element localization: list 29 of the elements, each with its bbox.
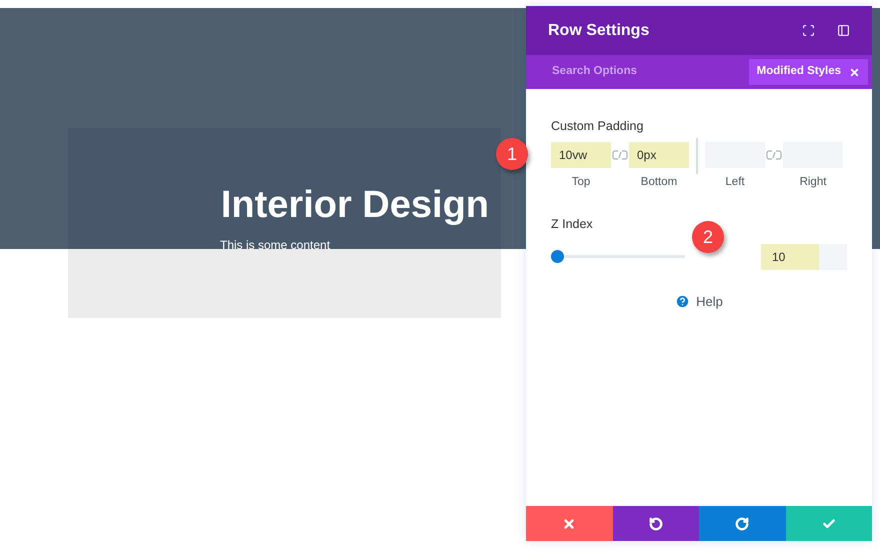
redo-button[interactable] bbox=[699, 506, 786, 541]
page-text: This is some content bbox=[220, 239, 330, 251]
field-label: Top bbox=[572, 174, 590, 190]
field-label: Bottom bbox=[640, 174, 678, 190]
section-label: Z Index bbox=[551, 216, 594, 233]
padding-input[interactable] bbox=[783, 142, 843, 168]
sidebar-icon[interactable] bbox=[837, 24, 850, 37]
help-link[interactable]: Help bbox=[696, 292, 723, 312]
undo-icon bbox=[648, 516, 663, 530]
field-label: Left bbox=[725, 174, 745, 190]
undo-button[interactable] bbox=[612, 506, 699, 541]
z-index-input[interactable]: 10 bbox=[761, 244, 847, 270]
page-heading: Interior Design bbox=[220, 186, 489, 224]
close-icon[interactable] bbox=[849, 66, 860, 78]
panel-title: Row Settings bbox=[548, 20, 650, 40]
checkmark-button[interactable] bbox=[786, 506, 872, 541]
padding-input[interactable]: 0px bbox=[629, 142, 689, 168]
redo-icon bbox=[735, 516, 750, 530]
slider-thumb[interactable] bbox=[551, 250, 564, 264]
checkmark-icon bbox=[822, 516, 836, 530]
fullscreen-icon[interactable] bbox=[802, 24, 815, 37]
field-label: Right bbox=[800, 174, 826, 190]
section-label: Custom Padding bbox=[551, 118, 644, 135]
slider-track[interactable] bbox=[551, 250, 685, 264]
help-icon[interactable] bbox=[675, 294, 690, 309]
filter-tab[interactable]: Modified Styles bbox=[748, 59, 868, 85]
padding-input[interactable]: 10vw bbox=[551, 142, 611, 168]
close-icon bbox=[562, 516, 576, 530]
padding-input[interactable] bbox=[705, 142, 765, 168]
